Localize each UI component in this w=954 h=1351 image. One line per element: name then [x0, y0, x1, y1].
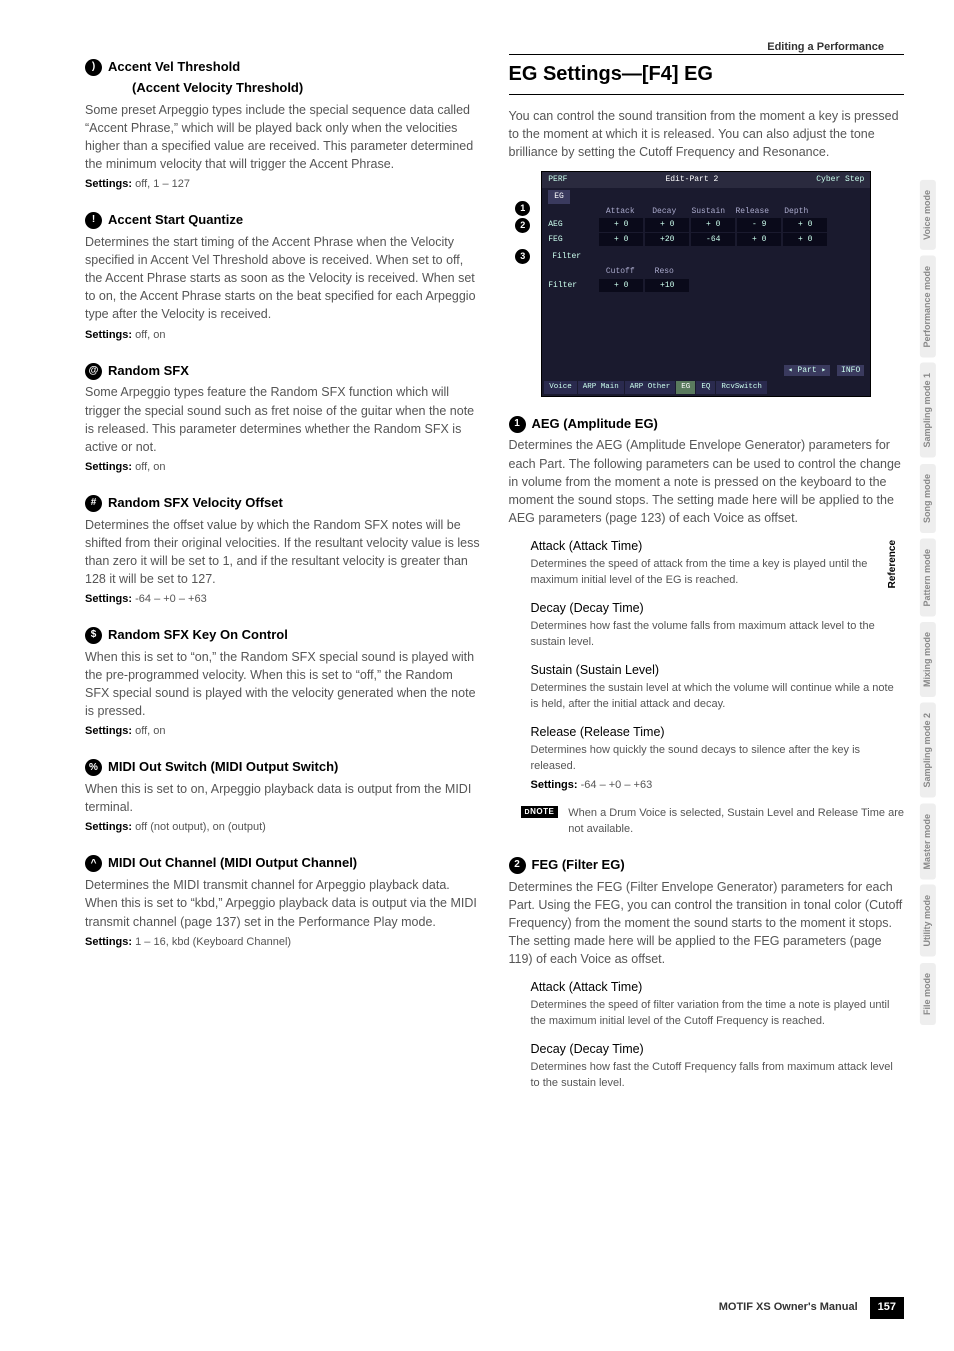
- callout-3: 3: [515, 249, 530, 264]
- aeg-note-text: When a Drum Voice is selected, Sustain L…: [568, 806, 904, 838]
- sc-top-mid: Edit-Part 2: [665, 174, 718, 186]
- item-10-title: Accent Vel Threshold: [108, 59, 240, 74]
- page-content: ) Accent Vel Threshold (Accent Velocity …: [0, 0, 954, 1132]
- item-14-title: Random SFX Key On Control: [108, 626, 288, 645]
- aeg-release: Release (Release Time) Determines how qu…: [531, 723, 905, 794]
- aeg-attack: Attack (Attack Time) Determines the spee…: [531, 537, 905, 589]
- badge-14: $: [85, 627, 102, 644]
- item-feg: 2 FEG (Filter EG) Determines the FEG (Fil…: [509, 856, 905, 1092]
- item-16-body: Determines the MIDI transmit channel for…: [85, 876, 481, 930]
- item-11: ! Accent Start Quantize Determines the st…: [85, 211, 481, 343]
- tab-utility-mode[interactable]: Utility mode: [920, 885, 936, 957]
- badge-16: ^: [85, 855, 102, 872]
- item-10-body: Some preset Arpeggio types include the s…: [85, 101, 481, 174]
- item-15-body: When this is set to on, Arpeggio playbac…: [85, 780, 481, 816]
- badge-12: @: [85, 363, 102, 380]
- item-12-title: Random SFX: [108, 362, 189, 381]
- item-16-settings: Settings: 1 – 16, kbd (Keyboard Channel): [85, 935, 481, 951]
- item-13-title: Random SFX Velocity Offset: [108, 494, 283, 513]
- eg-settings-title: EG Settings—[F4] EG: [509, 54, 905, 95]
- item-15-settings: Settings: off (not output), on (output): [85, 820, 481, 836]
- item-12: @ Random SFX Some Arpeggio types feature …: [85, 362, 481, 476]
- callout-2: 2: [515, 218, 530, 233]
- aeg-decay: Decay (Decay Time) Determines how fast t…: [531, 599, 905, 651]
- tab-performance-mode[interactable]: Performance mode: [920, 256, 936, 358]
- item-10-subtitle: (Accent Velocity Threshold): [132, 79, 303, 98]
- item-12-body: Some Arpeggio types feature the Random S…: [85, 383, 481, 456]
- breadcrumb: Editing a Performance: [767, 40, 884, 56]
- tab-file-mode[interactable]: File mode: [920, 963, 936, 1025]
- item-12-settings: Settings: off, on: [85, 460, 481, 476]
- item-10: ) Accent Vel Threshold (Accent Velocity …: [85, 58, 481, 193]
- footer-manual: MOTIF XS Owner's Manual: [719, 1300, 858, 1316]
- badge-13: #: [85, 495, 102, 512]
- item-13-settings: Settings: -64 – +0 – +63: [85, 592, 481, 608]
- feg-attack: Attack (Attack Time) Determines the spee…: [531, 978, 905, 1030]
- eg-intro: You can control the sound transition fro…: [509, 107, 905, 161]
- item-11-body: Determines the start timing of the Accen…: [85, 233, 481, 324]
- item-16-title: MIDI Out Channel (MIDI Output Channel): [108, 854, 357, 873]
- tab-voice-mode[interactable]: Voice mode: [920, 180, 936, 250]
- item-14: $ Random SFX Key On Control When this is …: [85, 626, 481, 740]
- item-13-body: Determines the offset value by which the…: [85, 516, 481, 589]
- badge-10: ): [85, 59, 102, 76]
- sc-bottom-tabs: Voice ARP Main ARP Other EG EQ RcvSwitch: [542, 379, 870, 396]
- item-14-body: When this is set to “on,” the Random SFX…: [85, 648, 481, 721]
- tab-pattern-mode[interactable]: Pattern mode: [920, 539, 936, 617]
- sc-tab-eg: EG: [548, 190, 570, 204]
- sc-top-right: Cyber Step: [816, 174, 864, 186]
- item-11-title: Accent Start Quantize: [108, 211, 243, 230]
- eg-screenshot-wrap: 1 2 3 PERF Edit-Part 2 Cyber Step EG Att…: [541, 171, 871, 396]
- sc-row-filter: Filter + 0 +10: [542, 279, 870, 294]
- tab-sampling-mode-2[interactable]: Sampling mode 2: [920, 703, 936, 798]
- item-16: ^MIDI Out Channel (MIDI Output Channel) …: [85, 854, 481, 950]
- feg-title: FEG (Filter EG): [532, 856, 625, 875]
- aeg-note: DNOTE When a Drum Voice is selected, Sus…: [521, 806, 905, 838]
- sc-headers: Attack Decay Sustain Release Depth: [542, 204, 870, 219]
- tab-master-mode[interactable]: Master mode: [920, 804, 936, 880]
- footer-page: 157: [870, 1297, 904, 1319]
- sc-row-feg: FEG + 0 +20 -64 + 0 + 0: [542, 233, 870, 248]
- item-15-title: MIDI Out Switch (MIDI Output Switch): [108, 758, 338, 777]
- side-tabs: Voice mode Performance mode Sampling mod…: [920, 180, 936, 1025]
- tab-sampling-mode-1[interactable]: Sampling mode 1: [920, 363, 936, 458]
- badge-feg: 2: [509, 857, 526, 874]
- left-column: ) Accent Vel Threshold (Accent Velocity …: [85, 40, 481, 1092]
- item-10-settings: Settings: off, 1 – 127: [85, 177, 481, 193]
- aeg-body: Determines the AEG (Amplitude Envelope G…: [509, 436, 905, 527]
- tab-mixing-mode[interactable]: Mixing mode: [920, 622, 936, 697]
- right-column: EG Settings—[F4] EG You can control the …: [509, 40, 905, 1092]
- feg-decay: Decay (Decay Time) Determines how fast t…: [531, 1040, 905, 1092]
- sc-top-left: PERF: [548, 174, 567, 186]
- callout-1: 1: [515, 201, 530, 216]
- badge-11: !: [85, 212, 102, 229]
- sc-row-aeg: AEG + 0 + 0 + 0 - 9 + 0: [542, 218, 870, 233]
- aeg-title: AEG (Amplitude EG): [532, 415, 658, 434]
- item-13: # Random SFX Velocity Offset Determines t…: [85, 494, 481, 608]
- item-15: % MIDI Out Switch (MIDI Output Switch) Wh…: [85, 758, 481, 836]
- feg-body: Determines the FEG (Filter Envelope Gene…: [509, 878, 905, 969]
- page-footer: MOTIF XS Owner's Manual 157: [719, 1297, 904, 1319]
- item-11-settings: Settings: off, on: [85, 328, 481, 344]
- aeg-settings: Settings: -64 – +0 – +63: [531, 778, 905, 794]
- tab-song-mode[interactable]: Song mode: [920, 464, 936, 533]
- badge-15: %: [85, 759, 102, 776]
- sc-filter-headers: Cutoff Reso: [542, 264, 870, 279]
- item-aeg: 1 AEG (Amplitude EG) Determines the AEG (…: [509, 415, 905, 838]
- side-reference-label: Reference: [886, 540, 901, 588]
- note-icon: DNOTE: [521, 806, 559, 818]
- item-14-settings: Settings: off, on: [85, 724, 481, 740]
- sc-filter-lbl: Filter: [542, 247, 870, 264]
- eg-screenshot: PERF Edit-Part 2 Cyber Step EG Attack De…: [541, 171, 871, 396]
- badge-aeg: 1: [509, 416, 526, 433]
- aeg-sustain: Sustain (Sustain Level) Determines the s…: [531, 661, 905, 713]
- sc-bottom-info: ◂ Part ▸ INFO: [542, 363, 870, 379]
